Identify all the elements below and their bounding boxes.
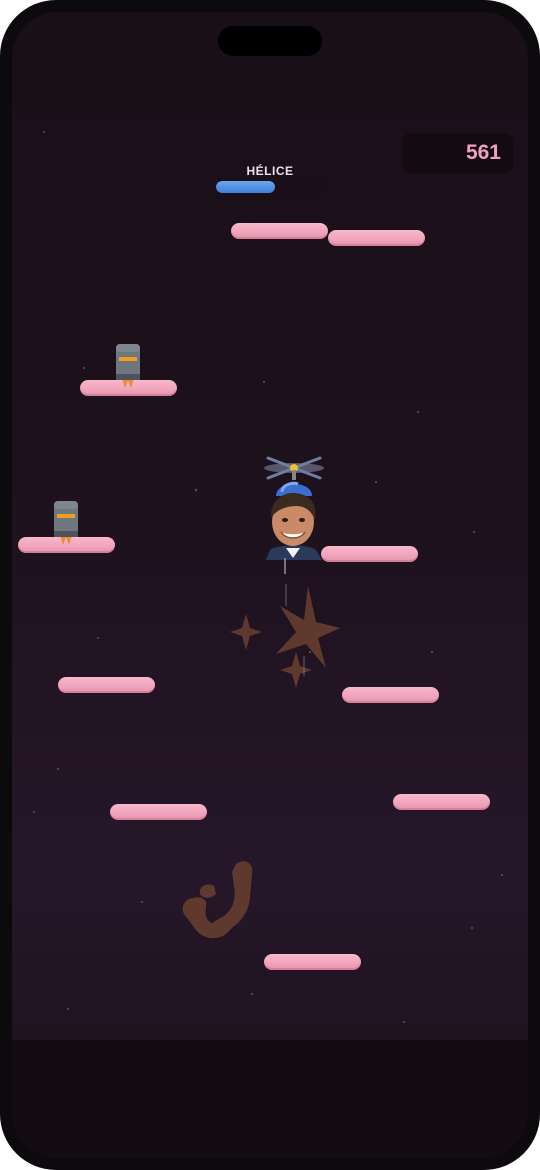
game-screen[interactable]: HÉLICE 561: [12, 12, 528, 1158]
player: [260, 452, 328, 574]
platform: [231, 223, 328, 239]
camera-notch: [218, 26, 322, 56]
score-panel: 561: [403, 133, 513, 173]
platform: [393, 794, 490, 810]
jetpack-icon[interactable]: [51, 501, 81, 547]
jetpack-icon[interactable]: [113, 344, 143, 390]
platform: [321, 546, 418, 562]
powerup-label: HÉLICE: [246, 164, 294, 178]
platform: [58, 677, 155, 693]
platform: [110, 804, 207, 820]
motion-trail: [284, 558, 286, 574]
hands-decor: [182, 861, 253, 939]
powerup-progress-fill: [216, 181, 276, 193]
sparkle-decor: [230, 584, 340, 688]
player-face: [266, 492, 322, 560]
platform: [342, 687, 439, 703]
platform: [328, 230, 425, 246]
score-value: 561: [465, 141, 501, 164]
propeller-hat-icon: [264, 456, 324, 496]
platform: [264, 954, 361, 970]
powerup-progress-bar: [216, 181, 324, 193]
phone-frame: HÉLICE 561: [0, 0, 540, 1170]
